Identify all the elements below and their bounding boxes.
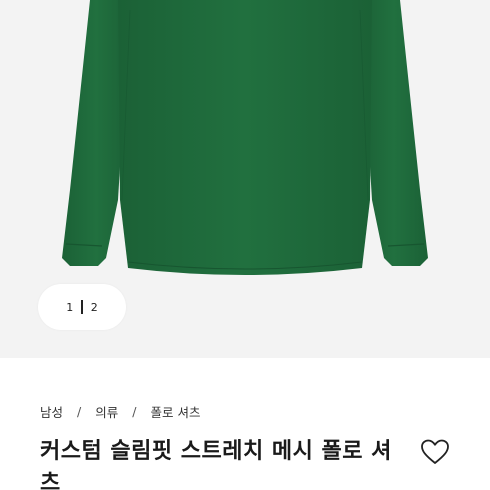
breadcrumb-item-clothing[interactable]: 의류 (95, 402, 118, 421)
product-info: 남성 / 의류 / 폴로 셔츠 커스텀 슬림핏 스트레치 메시 폴로 셔츠 (0, 358, 490, 490)
image-pager[interactable]: 1 2 (38, 284, 126, 330)
pager-total: 2 (90, 300, 98, 314)
product-image-gallery[interactable]: 1 2 (0, 0, 490, 358)
heart-outline-icon (421, 439, 449, 464)
breadcrumb-separator: / (132, 404, 137, 419)
breadcrumb-separator: / (77, 404, 82, 419)
product-page: 1 2 남성 / 의류 / 폴로 셔츠 커스텀 슬림핏 스트레치 메시 폴로 셔… (0, 0, 490, 490)
breadcrumb-item-polo-shirts[interactable]: 폴로 셔츠 (150, 402, 200, 421)
breadcrumb: 남성 / 의류 / 폴로 셔츠 (40, 402, 200, 421)
breadcrumb-item-men[interactable]: 남성 (40, 402, 63, 421)
wishlist-button[interactable] (418, 436, 452, 468)
product-title: 커스텀 슬림핏 스트레치 메시 폴로 셔츠 (40, 439, 392, 490)
pager-current: 1 (66, 300, 74, 314)
shirt-body (118, 0, 372, 275)
